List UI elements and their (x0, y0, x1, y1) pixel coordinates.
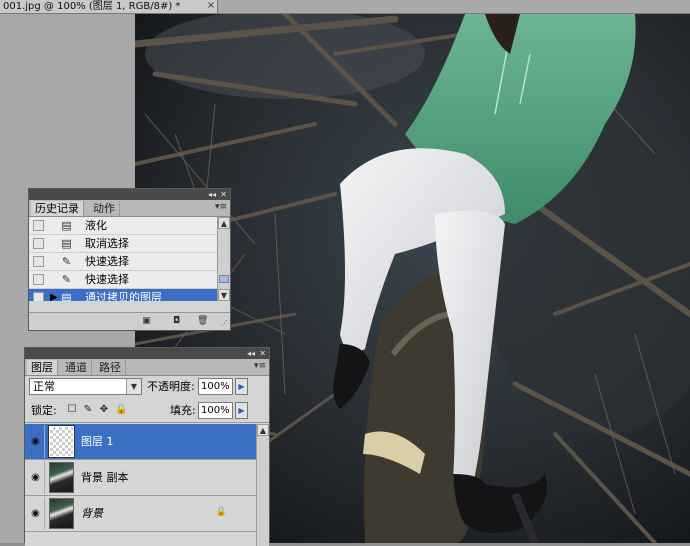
quick-selection-icon: ✎ (61, 273, 72, 286)
tab-actions[interactable]: 动作 (89, 201, 120, 216)
blend-mode-value: 正常 (33, 380, 55, 393)
history-list: ▤ 液化 ▤ 取消选择 ✎ 快速选择 ✎ 快速选择 ▶ ▤ 通过拷贝的图层 (29, 217, 217, 301)
layers-panel: ◂◂ ✕ 图层 通道 路径 ▾≡ 正常 ▼ 不透明度: 100% ▶ 锁定: ☐… (24, 347, 270, 546)
fill-input[interactable]: 100% (198, 402, 233, 419)
blend-opacity-row: 正常 ▼ 不透明度: 100% ▶ (25, 376, 269, 397)
collapse-icon[interactable]: ◂◂ (208, 189, 216, 200)
chevron-down-icon[interactable]: ▼ (126, 379, 141, 394)
opacity-slider-button[interactable]: ▶ (235, 378, 248, 395)
history-pointer-icon: ▶ (50, 292, 58, 301)
opacity-label: 不透明度: (147, 380, 195, 393)
history-item[interactable]: ✎ 快速选择 (29, 271, 217, 289)
close-icon[interactable]: ✕ (259, 348, 266, 359)
history-item-label: 取消选择 (85, 237, 129, 250)
history-item[interactable]: ▤ 液化 (29, 217, 217, 235)
opacity-input[interactable]: 100% (198, 378, 233, 395)
layer-name: 背景 (81, 507, 103, 520)
layer-thumbnail (49, 498, 74, 529)
layers-panel-tabs: 图层 通道 路径 ▾≡ (25, 359, 269, 376)
layer-thumbnail (48, 425, 75, 458)
lock-transparent-pixels-icon[interactable]: ☐ (66, 404, 78, 416)
layer-row[interactable]: ◉ 背景 🔒 (25, 496, 257, 532)
history-brush-source-checkbox[interactable] (33, 274, 44, 285)
lock-label: 锁定: (31, 404, 57, 417)
history-item[interactable]: ▤ 取消选择 (29, 235, 217, 253)
history-brush-source-checkbox[interactable] (33, 238, 44, 249)
layer-row[interactable]: ◉ 背景 副本 (25, 460, 257, 496)
fill-slider-button[interactable]: ▶ (235, 402, 248, 419)
tab-layers[interactable]: 图层 (27, 360, 58, 375)
tab-paths-label: 路径 (99, 361, 121, 374)
new-document-from-state-icon[interactable]: ▣ (141, 316, 152, 326)
history-item-label: 快速选择 (85, 273, 129, 286)
tab-channels[interactable]: 通道 (61, 360, 92, 375)
tab-channels-label: 通道 (65, 361, 87, 374)
layer-row-selected[interactable]: ◉ 图层 1 (25, 424, 257, 460)
document-tab-bar: 001.jpg @ 100% (图层 1, RGB/8#) * × (0, 0, 690, 14)
history-item-label: 液化 (85, 219, 107, 232)
layer-name: 图层 1 (81, 435, 114, 448)
history-state-icon: ▤ (61, 291, 72, 301)
layers-panel-header: ◂◂ ✕ (25, 348, 269, 359)
layers-list: ◉ 图层 1 ◉ 背景 副本 ◉ 背景 🔒 (25, 424, 257, 546)
panel-menu-icon[interactable]: ▾≡ (215, 202, 227, 212)
history-panel: ◂◂ ✕ 历史记录 动作 ▾≡ ▤ 液化 ▤ 取消选择 ✎ 快速选择 ✎ 快速选… (28, 188, 231, 331)
history-item-label: 通过拷贝的图层 (85, 291, 162, 301)
scroll-thumb[interactable] (219, 275, 229, 283)
panel-menu-icon[interactable]: ▾≡ (254, 361, 266, 371)
close-icon[interactable]: ✕ (220, 189, 227, 200)
layer-thumbnail (49, 462, 74, 493)
history-brush-source-checkbox[interactable] (33, 292, 44, 301)
history-item[interactable]: ✎ 快速选择 (29, 253, 217, 271)
history-state-icon: ▤ (61, 237, 72, 250)
document-tab-title: 001.jpg @ 100% (图层 1, RGB/8#) * (3, 1, 181, 12)
history-scrollbar[interactable]: ▲ ▼ (217, 217, 230, 301)
layers-scrollbar[interactable]: ▲ (256, 424, 269, 546)
blend-mode-select[interactable]: 正常 ▼ (29, 378, 142, 395)
history-state-icon: ▤ (61, 219, 72, 232)
scroll-up-icon[interactable]: ▲ (257, 424, 269, 436)
visibility-eye-icon[interactable]: ◉ (27, 497, 45, 530)
quick-selection-icon: ✎ (61, 255, 72, 268)
history-item-label: 快速选择 (85, 255, 129, 268)
history-brush-source-checkbox[interactable] (33, 256, 44, 267)
lock-image-pixels-icon[interactable]: ✎ (82, 404, 94, 416)
tab-paths[interactable]: 路径 (95, 360, 126, 375)
history-panel-header: ◂◂ ✕ (29, 189, 230, 200)
collapse-icon[interactable]: ◂◂ (247, 348, 255, 359)
visibility-eye-icon[interactable]: ◉ (27, 425, 45, 458)
tab-history-label: 历史记录 (35, 202, 79, 215)
new-snapshot-icon[interactable]: ◘ (171, 316, 182, 326)
visibility-eye-icon[interactable]: ◉ (27, 461, 45, 494)
history-brush-source-checkbox[interactable] (33, 220, 44, 231)
close-icon[interactable]: × (206, 1, 216, 11)
lock-fill-row: 锁定: ☐ ✎ ✥ 🔒 填充: 100% ▶ (25, 400, 269, 423)
fill-label: 填充: (170, 404, 196, 417)
lock-all-icon[interactable]: 🔒 (115, 404, 127, 416)
scroll-down-icon[interactable]: ▼ (218, 289, 230, 301)
document-tab[interactable]: 001.jpg @ 100% (图层 1, RGB/8#) * (0, 0, 218, 13)
history-panel-footer: ▣ ◘ 🗑 ⋰ (29, 312, 230, 330)
scroll-up-icon[interactable]: ▲ (218, 217, 230, 229)
trash-icon[interactable]: 🗑 (197, 316, 208, 326)
history-panel-tabs: 历史记录 动作 ▾≡ (29, 200, 230, 217)
tab-actions-label: 动作 (93, 202, 115, 215)
tab-history[interactable]: 历史记录 (31, 201, 84, 216)
tab-layers-label: 图层 (31, 361, 53, 374)
history-item-selected[interactable]: ▶ ▤ 通过拷贝的图层 (29, 289, 217, 301)
layer-locked-icon: 🔒 (215, 507, 227, 517)
resize-grip-icon[interactable]: ⋰ (219, 318, 230, 328)
layer-name: 背景 副本 (81, 471, 129, 484)
lock-position-icon[interactable]: ✥ (98, 404, 110, 416)
